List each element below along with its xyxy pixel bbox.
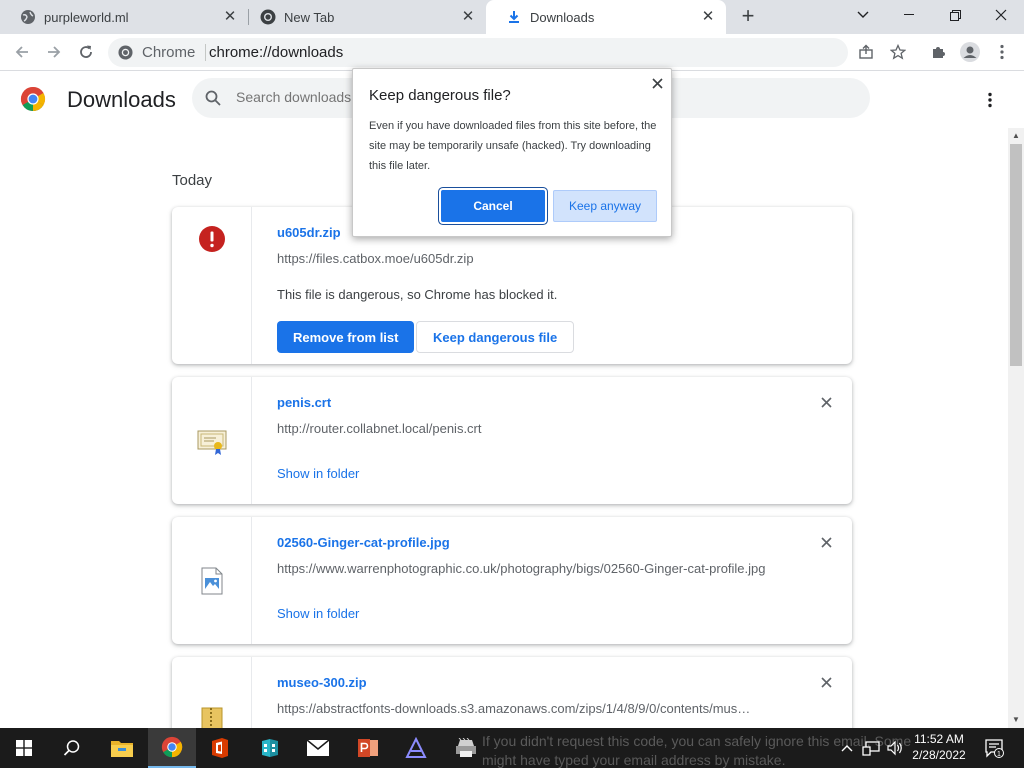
tab-strip: purpleworld.ml ✕ New Tab ✕ Downloads ✕ + <box>0 0 1024 34</box>
minimize-button[interactable] <box>886 0 932 30</box>
danger-status-text: This file is dangerous, so Chrome has bl… <box>277 287 558 302</box>
font-app-icon[interactable] <box>392 728 440 768</box>
dialog-close-icon[interactable] <box>649 75 665 91</box>
scrollbar-thumb[interactable] <box>1010 144 1022 366</box>
keep-dangerous-file-button[interactable]: Keep dangerous file <box>416 321 575 353</box>
reload-button[interactable] <box>73 39 99 65</box>
url-text[interactable]: chrome://downloads <box>209 44 343 61</box>
mail-icon[interactable] <box>294 728 342 768</box>
close-window-button[interactable] <box>978 0 1024 30</box>
chrome-taskbar-icon[interactable] <box>148 728 196 768</box>
chrome-icon <box>118 45 133 60</box>
site-label: Chrome <box>142 44 196 61</box>
browser-toolbar: Chrome chrome://downloads <box>0 34 1024 71</box>
download-item: 02560-Ginger-cat-profile.jpg https://www… <box>172 517 852 644</box>
volume-icon[interactable] <box>884 728 906 768</box>
tab-downloads[interactable]: Downloads ✕ <box>486 0 726 34</box>
keep-anyway-button[interactable]: Keep anyway <box>553 190 657 222</box>
windows-taskbar: If you didn't request this code, you can… <box>0 728 1024 768</box>
image-file-icon <box>196 565 228 597</box>
remove-item-close-icon[interactable] <box>818 534 834 550</box>
browser-menu-icon[interactable] <box>990 40 1014 64</box>
notification-center-icon[interactable]: 1 <box>982 728 1006 768</box>
remove-from-list-button[interactable]: Remove from list <box>277 321 415 353</box>
new-tab-button[interactable]: + <box>736 5 760 29</box>
danger-icon <box>196 223 228 255</box>
show-hidden-icons-chevron-icon[interactable] <box>838 728 856 768</box>
download-item: penis.crt http://router.collabnet.local/… <box>172 377 852 504</box>
tab-new-tab[interactable]: New Tab ✕ <box>240 0 486 34</box>
close-tab-icon[interactable]: ✕ <box>700 9 716 25</box>
scroll-down-arrow-icon[interactable]: ▼ <box>1008 712 1024 728</box>
tab-search-chevron-icon[interactable] <box>840 0 886 30</box>
show-in-folder-link[interactable]: Show in folder <box>277 466 359 481</box>
bookmark-star-icon[interactable] <box>886 40 910 64</box>
cancel-button[interactable]: Cancel <box>441 190 545 222</box>
page-scrollbar[interactable]: ▲ ▼ <box>1008 128 1024 728</box>
scroll-up-arrow-icon[interactable]: ▲ <box>1008 128 1024 144</box>
tab-title: purpleworld.ml <box>44 9 129 25</box>
powerpoint-icon[interactable] <box>344 728 392 768</box>
start-button[interactable] <box>0 728 48 768</box>
forward-button[interactable] <box>41 39 67 65</box>
globe-icon <box>20 9 36 25</box>
file-url[interactable]: http://router.collabnet.local/penis.crt <box>277 421 482 436</box>
certificate-icon <box>196 425 228 457</box>
dialog-title: Keep dangerous file? <box>369 87 511 104</box>
file-explorer-icon[interactable] <box>98 728 146 768</box>
file-name-link[interactable]: 02560-Ginger-cat-profile.jpg <box>277 535 450 550</box>
chrome-logo-icon <box>20 86 46 112</box>
chrome-icon <box>260 9 276 25</box>
office-icon[interactable] <box>196 728 244 768</box>
downloads-more-icon[interactable] <box>978 88 1002 112</box>
omnibox-divider <box>205 44 206 61</box>
close-tab-icon[interactable]: ✕ <box>222 9 238 25</box>
show-in-folder-link[interactable]: Show in folder <box>277 606 359 621</box>
notification-count: 1 <box>997 751 1001 758</box>
tab-purpleworld[interactable]: purpleworld.ml ✕ <box>0 0 248 34</box>
file-name-link[interactable]: u605dr.zip <box>277 225 341 240</box>
extensions-puzzle-icon[interactable] <box>926 40 950 64</box>
download-icon <box>506 9 522 25</box>
network-icon[interactable] <box>860 728 882 768</box>
file-url[interactable]: https://abstractfonts-downloads.s3.amazo… <box>277 701 750 716</box>
clock-time: 11:52 AM <box>914 732 964 746</box>
profile-avatar-icon[interactable] <box>958 40 982 64</box>
remove-item-close-icon[interactable] <box>818 674 834 690</box>
back-button[interactable] <box>9 39 35 65</box>
file-url[interactable]: https://www.warrenphotographic.co.uk/pho… <box>277 561 766 576</box>
restore-button[interactable] <box>932 0 978 30</box>
search-taskbar-icon[interactable] <box>48 728 96 768</box>
page-title: Downloads <box>67 87 176 112</box>
close-tab-icon[interactable]: ✕ <box>460 9 476 25</box>
store-app-icon[interactable] <box>246 728 294 768</box>
file-name-link[interactable]: penis.crt <box>277 395 331 410</box>
file-url[interactable]: https://files.catbox.moe/u605dr.zip <box>277 251 474 266</box>
search-icon <box>204 89 222 107</box>
clock-date: 2/28/2022 <box>912 748 966 762</box>
tab-title: Downloads <box>530 9 595 25</box>
zip-file-icon <box>196 705 228 728</box>
keep-dangerous-file-dialog: Keep dangerous file? Even if you have do… <box>352 68 672 237</box>
system-clock[interactable]: 11:52 AM 2/28/2022 <box>906 731 972 763</box>
remove-item-close-icon[interactable] <box>818 394 834 410</box>
dialog-message: Even if you have downloaded files from t… <box>369 120 657 172</box>
tab-title: New Tab <box>284 9 335 25</box>
share-icon[interactable] <box>854 40 878 64</box>
download-item: museo-300.zip https://abstractfonts-down… <box>172 657 852 728</box>
address-bar[interactable]: Chrome chrome://downloads <box>108 38 848 67</box>
file-name-link[interactable]: museo-300.zip <box>277 675 367 690</box>
section-heading-today: Today <box>172 172 213 189</box>
